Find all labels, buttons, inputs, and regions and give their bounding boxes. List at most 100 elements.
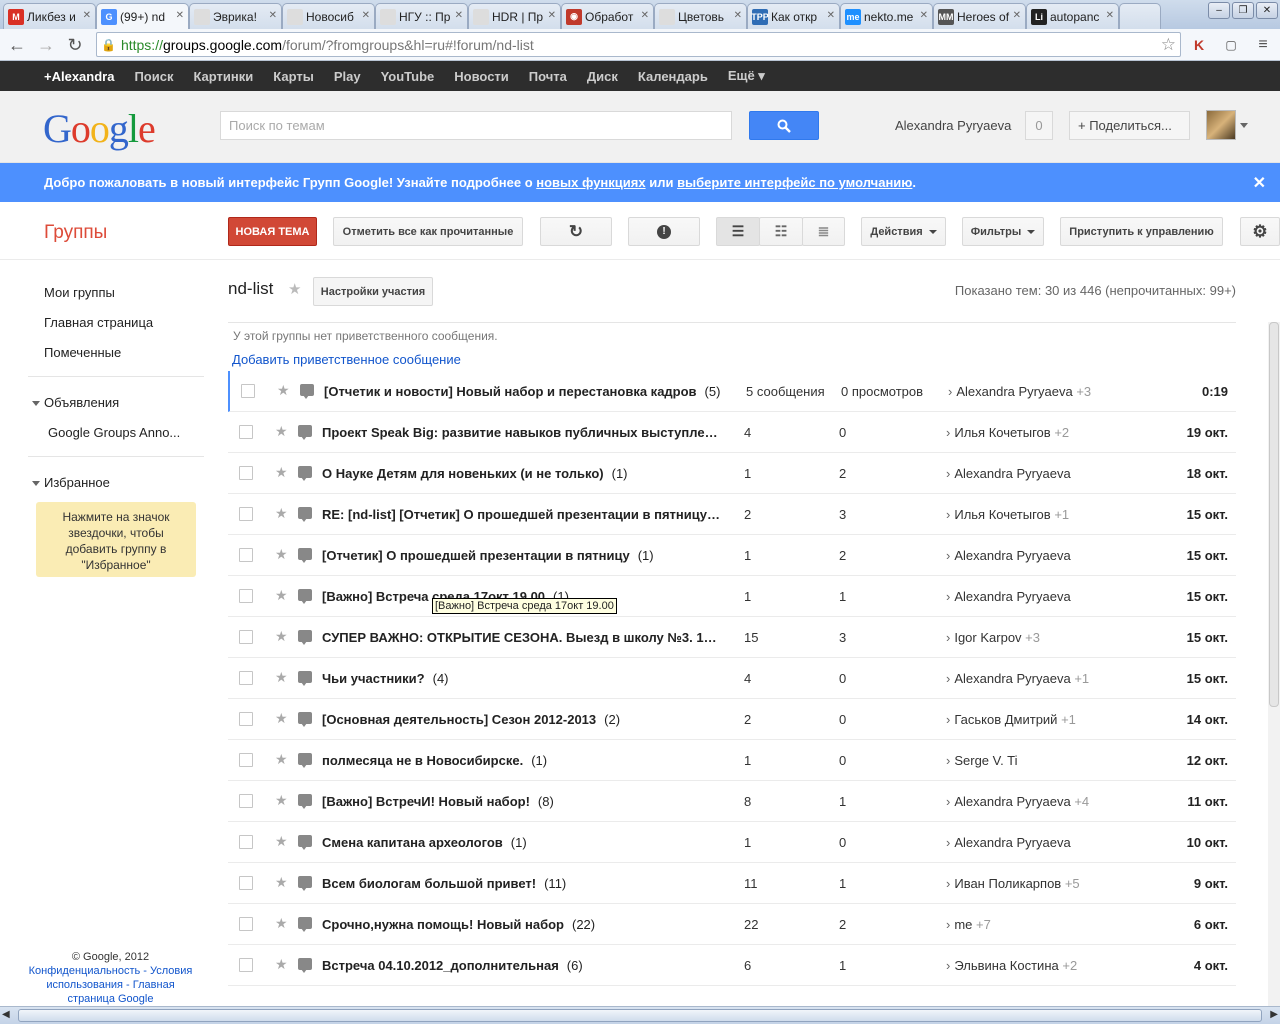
topic-subject[interactable]: СУПЕР ВАЖНО: ОТКРЫТИЕ СЕЗОНА. Выезд в шк… xyxy=(322,630,722,645)
browser-tab[interactable]: TPP Как откр ✕ xyxy=(747,3,840,29)
banner-link-new-features[interactable]: новых функциях xyxy=(536,175,645,190)
star-icon[interactable]: ★ xyxy=(275,464,288,481)
row-checkbox[interactable] xyxy=(239,835,253,849)
close-tab-icon[interactable]: ✕ xyxy=(83,10,91,21)
close-tab-icon[interactable]: ✕ xyxy=(1013,10,1021,21)
table-row[interactable]: ★ Всем биологам большой привет! (11) 11 1 › Ив… xyxy=(228,863,1236,904)
refresh-icon[interactable]: ↻ xyxy=(540,217,612,246)
star-icon[interactable]: ★ xyxy=(275,915,288,932)
search-button[interactable] xyxy=(749,111,819,140)
actions-dropdown[interactable]: Действия xyxy=(861,217,946,246)
topic-title[interactable]: Срочно,нужна помощь! Новый набор xyxy=(322,917,564,932)
row-checkbox[interactable] xyxy=(239,876,253,890)
topic-authors[interactable]: › me +7 xyxy=(946,917,991,932)
browser-tab[interactable]: Эврика! ✕ xyxy=(189,3,282,29)
topic-title[interactable]: Встреча 04.10.2012_дополнительная xyxy=(322,958,559,973)
star-icon[interactable]: ★ xyxy=(275,792,288,809)
topic-title[interactable]: Проект Speak Big: развитие навыков публи… xyxy=(322,425,722,440)
topic-subject[interactable]: [Отчетик и новости] Новый набор и перест… xyxy=(324,384,724,399)
google-logo[interactable]: Google xyxy=(43,105,156,152)
topic-authors[interactable]: › Alexandra Pyryaeva xyxy=(946,835,1071,850)
author-name[interactable]: Гаськов Дмитрий xyxy=(954,712,1057,727)
topic-subject[interactable]: Чьи участники? (4) xyxy=(322,671,722,686)
avatar[interactable] xyxy=(1206,110,1236,140)
view-list-expanded-button[interactable]: ☰ xyxy=(716,217,760,246)
new-tab-button[interactable] xyxy=(1119,3,1161,29)
topic-authors[interactable]: › Alexandra Pyryaeva xyxy=(946,466,1071,481)
topic-subject[interactable]: [Отчетик] О прошедшей презентации в пятн… xyxy=(322,548,722,563)
author-name[interactable]: Igor Karpov xyxy=(954,630,1021,645)
view-list-compact-button[interactable]: ☷ xyxy=(759,217,803,246)
sidebar-item-home[interactable]: Главная страница xyxy=(44,315,153,330)
wrench-menu-icon[interactable]: ≡ xyxy=(1252,34,1274,56)
row-checkbox[interactable] xyxy=(239,712,253,726)
author-name[interactable]: Alexandra Pyryaeva xyxy=(954,548,1070,563)
topic-title[interactable]: [Отчетик и новости] Новый набор и перест… xyxy=(324,384,697,399)
close-tab-icon[interactable]: ✕ xyxy=(1106,10,1114,21)
author-name[interactable]: Эльвина Костина xyxy=(954,958,1058,973)
manage-button[interactable]: Приступить к управлению xyxy=(1060,217,1223,246)
topic-authors[interactable]: › Эльвина Костина +2 xyxy=(946,958,1077,973)
table-row[interactable]: ★ RE: [nd-list] [Отчетик] О прошедшей пре… xyxy=(228,494,1236,535)
table-row[interactable]: ★ полмесяца не в Новосибирске. (1) 1 0 › Serge… xyxy=(228,740,1236,781)
topic-authors[interactable]: › Иван Поликарпов +5 xyxy=(946,876,1080,891)
topic-authors[interactable]: › Илья Кочетыгов +1 xyxy=(946,507,1069,522)
row-checkbox[interactable] xyxy=(239,630,253,644)
footer-links[interactable]: Конфиденциальность - Условия использован… xyxy=(28,964,193,1006)
star-icon[interactable]: ★ xyxy=(275,546,288,563)
star-icon[interactable]: ★ xyxy=(288,280,301,298)
topic-authors[interactable]: › Igor Karpov +3 xyxy=(946,630,1040,645)
share-button[interactable]: + Поделиться... xyxy=(1069,111,1190,140)
browser-tab[interactable]: Li autopanc ✕ xyxy=(1026,3,1119,29)
close-tab-icon[interactable]: ✕ xyxy=(734,10,742,21)
gbar-item[interactable]: Ещё ▾ xyxy=(728,68,765,84)
star-icon[interactable]: ★ xyxy=(275,628,288,645)
back-icon[interactable]: ← xyxy=(6,34,28,56)
table-row[interactable]: ★ Срочно,нужна помощь! Новый набор (22) 22 2… xyxy=(228,904,1236,945)
address-bar[interactable]: 🔒 https://groups.google.com/forum/?fromg… xyxy=(96,32,1181,57)
topic-authors[interactable]: › Alexandra Pyryaeva xyxy=(946,548,1071,563)
table-row[interactable]: ★ Чьи участники? (4) 4 0 › Alexandra Pyryaeva … xyxy=(228,658,1236,699)
topic-subject[interactable]: RE: [nd-list] [Отчетик] О прошедшей през… xyxy=(322,507,722,522)
star-icon[interactable]: ★ xyxy=(275,587,288,604)
row-checkbox[interactable] xyxy=(241,384,255,398)
topic-title[interactable]: [Отчетик] О прошедшей презентации в пятн… xyxy=(322,548,630,563)
gbar-item[interactable]: Карты xyxy=(273,69,314,84)
close-window-icon[interactable]: ✕ xyxy=(1256,2,1278,19)
close-tab-icon[interactable]: ✕ xyxy=(176,10,184,21)
topic-subject[interactable]: [Основная деятельность] Сезон 2012-2013 (… xyxy=(322,712,722,727)
close-icon[interactable]: ✕ xyxy=(1253,173,1266,193)
row-checkbox[interactable] xyxy=(239,466,253,480)
forward-icon[interactable]: → xyxy=(35,34,57,56)
author-name[interactable]: Иван Поликарпов xyxy=(954,876,1061,891)
star-icon[interactable]: ★ xyxy=(277,382,290,399)
mark-all-read-button[interactable]: Отметить все как прочитанные xyxy=(333,217,523,246)
table-row[interactable]: ★ [Основная деятельность] Сезон 2012-2013… xyxy=(228,699,1236,740)
topic-authors[interactable]: › Alexandra Pyryaeva +3 xyxy=(948,384,1091,399)
gbar-item[interactable]: Почта xyxy=(529,69,567,84)
row-checkbox[interactable] xyxy=(239,507,253,521)
gbar-item[interactable]: Поиск xyxy=(134,69,173,84)
star-icon[interactable]: ★ xyxy=(275,505,288,522)
topic-title[interactable]: СУПЕР ВАЖНО: ОТКРЫТИЕ СЕЗОНА. Выезд в шк… xyxy=(322,630,722,645)
sidebar-item-starred[interactable]: Помеченные xyxy=(44,345,121,360)
vertical-scrollbar[interactable] xyxy=(1268,322,1280,1006)
table-row[interactable]: ★ [Отчетик и новости] Новый набор и перес… xyxy=(228,371,1236,412)
banner-link-default-interface[interactable]: выберите интерфейс по умолчанию xyxy=(677,175,912,190)
browser-tab[interactable]: HDR | Пр ✕ xyxy=(468,3,561,29)
user-name[interactable]: Alexandra Pyryaeva xyxy=(895,118,1011,133)
topic-authors[interactable]: › Гаськов Дмитрий +1 xyxy=(946,712,1076,727)
minimize-icon[interactable]: – xyxy=(1208,2,1230,19)
report-button[interactable]: ! xyxy=(628,217,700,246)
topic-title[interactable]: Всем биологам большой привет! xyxy=(322,876,536,891)
topic-subject[interactable]: Всем биологам большой привет! (11) xyxy=(322,876,722,891)
row-checkbox[interactable] xyxy=(239,958,253,972)
author-name[interactable]: Alexandra Pyryaeva xyxy=(954,671,1070,686)
star-icon[interactable]: ★ xyxy=(275,423,288,440)
author-name[interactable]: Alexandra Pyryaeva xyxy=(954,466,1070,481)
topic-title[interactable]: О Науке Детям для новеньких (и не только… xyxy=(322,466,604,481)
gbar-item[interactable]: YouTube xyxy=(381,69,435,84)
table-row[interactable]: ★ О Науке Детям для новеньких (и не тольк… xyxy=(228,453,1236,494)
table-row[interactable]: ★ Проект Speak Big: развитие навыков публ… xyxy=(228,412,1236,453)
star-icon[interactable]: ★ xyxy=(275,833,288,850)
